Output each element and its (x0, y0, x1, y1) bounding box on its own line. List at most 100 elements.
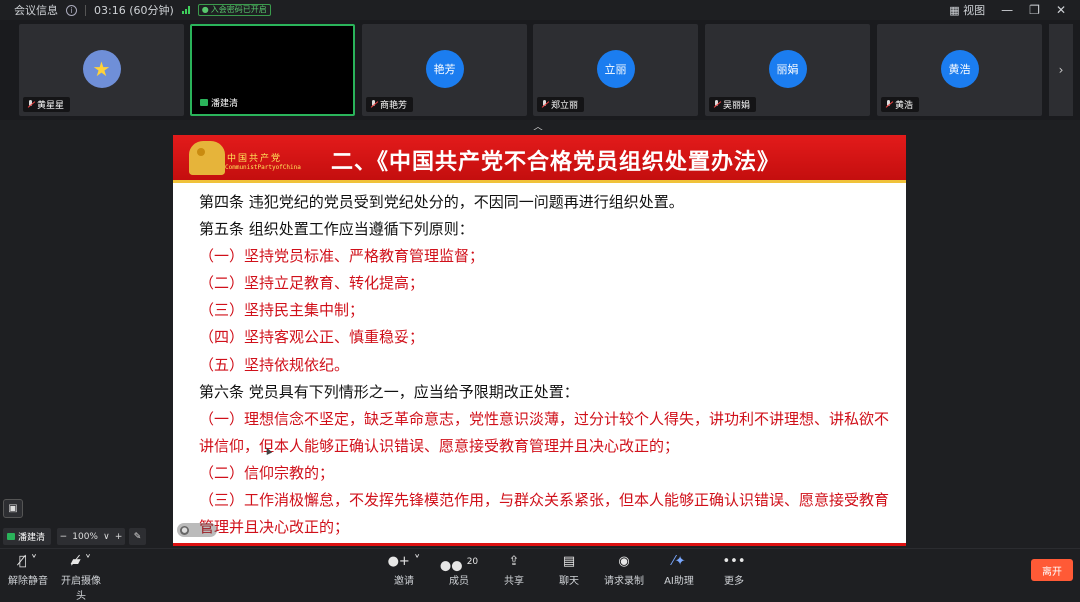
participant-name-tag: 吴丽娟 (709, 97, 757, 112)
slide-title: 二、《中国共产党不合格党员组织处置办法》 (331, 149, 781, 175)
participant-tile[interactable]: 黄浩 黄浩 (877, 24, 1042, 116)
participant-name-tag: 黄浩 (881, 97, 920, 112)
participant-tile-active[interactable]: 潘建清 (190, 24, 355, 116)
participant-name-tag: 郑立丽 (537, 97, 585, 112)
pen-icon[interactable]: ✎ (129, 528, 146, 545)
self-name: 潘建清 (18, 533, 46, 543)
signal-icon[interactable] (181, 6, 190, 14)
mic-muted-icon (713, 100, 720, 109)
annotation-control[interactable]: ● (177, 523, 217, 537)
shield-icon: ● (201, 5, 209, 14)
participant-name: 吴丽娟 (723, 101, 751, 111)
shared-slide: 中国共产党 CommunistPartyofChina 二、《中国共产党不合格党… (173, 135, 906, 546)
minimize-icon[interactable]: — (1001, 3, 1013, 17)
slide-line: （一）理想信念不坚定，缺乏革命意志，党性意识淡薄，过分计较个人得失，讲功利不讲理… (199, 409, 890, 455)
more-button[interactable]: ••• 更多 (707, 553, 761, 587)
meeting-info-label[interactable]: 会议信息 (14, 2, 58, 18)
zoom-level: 100% (72, 531, 98, 542)
star-avatar-icon: ★ (92, 57, 111, 81)
share-screen-icon: ⇪ (508, 554, 520, 569)
ai-assistant-label: AI助理 (664, 576, 694, 587)
mic-muted-icon (885, 100, 892, 109)
record-label: 请求录制 (604, 576, 644, 587)
close-icon[interactable]: ✕ (1056, 3, 1066, 17)
participant-tile[interactable]: ★ 黄星星 (19, 24, 184, 116)
grid-icon: ▦ (949, 4, 960, 17)
shared-screen-area: 中国共产党 CommunistPartyofChina 二、《中国共产党不合格党… (0, 130, 1080, 548)
slide-line: （五）坚持依规依纪。 (199, 355, 350, 374)
lion-emblem-icon (189, 141, 225, 175)
avatar: ★ (82, 50, 121, 88)
title-bar: 会议信息 i 03:16 (60分钟) ● 入会密码已开启 ▦ 视图 — ❐ ✕ (0, 0, 1080, 20)
zoom-out-icon[interactable]: − (60, 532, 68, 542)
more-dots-icon: ••• (722, 554, 746, 569)
participant-name: 商艳芳 (380, 101, 408, 111)
slide-line: （二）信仰宗教的； (199, 463, 335, 482)
slide-footer-bar (173, 543, 906, 546)
entry-password-badge[interactable]: ● 入会密码已开启 (197, 4, 271, 16)
leave-button[interactable]: 离开 (1031, 559, 1073, 581)
members-button[interactable]: ●● 20 成员 (432, 553, 486, 587)
share-button[interactable]: ⇪ 共享 (487, 553, 541, 587)
mic-muted-icon (27, 100, 34, 109)
participant-name: 郑立丽 (551, 101, 579, 111)
unmute-button[interactable]: 🎙̸ ˅ 解除静音 (1, 553, 55, 587)
participant-name: 黄浩 (895, 101, 914, 111)
participant-tile[interactable]: 艳芳 商艳芳 (362, 24, 527, 116)
record-dot-icon: ● (180, 525, 189, 535)
record-button[interactable]: ◉ 请求录制 (597, 553, 651, 587)
restore-icon[interactable]: ❐ (1029, 3, 1040, 17)
self-view-tag[interactable]: 潘建清 (3, 528, 52, 545)
meeting-duration: 03:16 (60分钟) (94, 4, 174, 17)
participant-name-tag: 商艳芳 (366, 97, 414, 112)
zoom-in-icon[interactable]: + (115, 532, 123, 542)
avatar: 艳芳 (425, 50, 464, 88)
avatar: 黄浩 (940, 50, 979, 88)
participant-strip: ★ 黄星星 潘建清 艳芳 商艳芳 立丽 郑立丽 丽娟 吴丽娟 黄浩 黄浩 › (0, 20, 1080, 120)
slide-line: （四）坚持客观公正、慎重稳妥； (199, 328, 425, 347)
chat-icon: ▤ (562, 554, 576, 569)
slide-line: （二）坚持立足教育、转化提高； (199, 274, 425, 293)
avatar: 立丽 (596, 50, 635, 88)
participant-name-tag: 潘建清 (196, 95, 245, 110)
bottom-toolbar: 🎙̸ ˅ 解除静音 ▰̸ ˅ 开启摄像头 ●+ ˅ 邀请 ●● 20 成员 ⇪ … (0, 548, 1080, 602)
invite-label: 邀请 (394, 576, 414, 587)
participant-tile[interactable]: 丽娟 吴丽娟 (705, 24, 870, 116)
slide-line: （一）坚持党员标准、严格教育管理监督； (199, 247, 485, 266)
camera-off-icon: ▰̸ ˅ (70, 554, 92, 569)
members-label: 成员 (449, 576, 469, 587)
slide-line: （三）工作消极懈怠，不发挥先锋模范作用，与群众关系紧张，但本人能够正确认识错误、… (199, 491, 890, 537)
start-video-button[interactable]: ▰̸ ˅ 开启摄像头 (59, 553, 103, 602)
mic-muted-icon (370, 100, 377, 109)
ai-assistant-button[interactable]: ⁄✦ AI助理 (652, 553, 706, 587)
view-button[interactable]: ▦ 视图 (949, 2, 985, 18)
mic-muted-icon (541, 100, 548, 109)
participant-tile[interactable]: 立丽 郑立丽 (533, 24, 698, 116)
entry-password-text: 入会密码已开启 (210, 5, 267, 14)
info-icon[interactable]: i (66, 4, 77, 16)
magic-wand-icon: ⁄✦ (672, 554, 686, 569)
party-name-en: CommunistPartyofChina (225, 164, 301, 171)
unmute-label: 解除静音 (8, 576, 48, 587)
chat-bubble-icon[interactable]: ▣ (3, 499, 23, 518)
slide-line: 第六条 党员具有下列情形之一，应当给予限期改正处置： (199, 382, 579, 401)
add-user-icon: ●+ ˅ (387, 554, 421, 569)
chevron-down-icon[interactable]: ∨ (103, 532, 110, 542)
slide-line: （三）坚持民主集中制； (199, 301, 365, 320)
chat-button[interactable]: ▤ 聊天 (542, 553, 596, 587)
slide-line: 第四条 违犯党纪的党员受到党纪处分的，不因同一问题再进行组织处置。 (199, 193, 684, 211)
participant-name: 潘建清 (211, 99, 239, 109)
start-video-label: 开启摄像头 (61, 576, 101, 602)
divider (85, 4, 86, 16)
invite-button[interactable]: ●+ ˅ 邀请 (377, 553, 431, 587)
party-name-cn: 中国共产党 (227, 154, 283, 164)
chat-label: 聊天 (559, 576, 579, 587)
participant-name-tag: 黄星星 (23, 97, 71, 112)
record-icon: ◉ (618, 554, 630, 569)
chevron-right-icon[interactable]: › (1049, 24, 1073, 116)
more-label: 更多 (724, 576, 744, 587)
slide-header: 中国共产党 CommunistPartyofChina 二、《中国共产党不合格党… (173, 135, 906, 183)
avatar: 丽娟 (768, 50, 807, 88)
screen-share-icon (7, 533, 15, 540)
zoom-control[interactable]: − 100% ∨ + (57, 528, 125, 545)
